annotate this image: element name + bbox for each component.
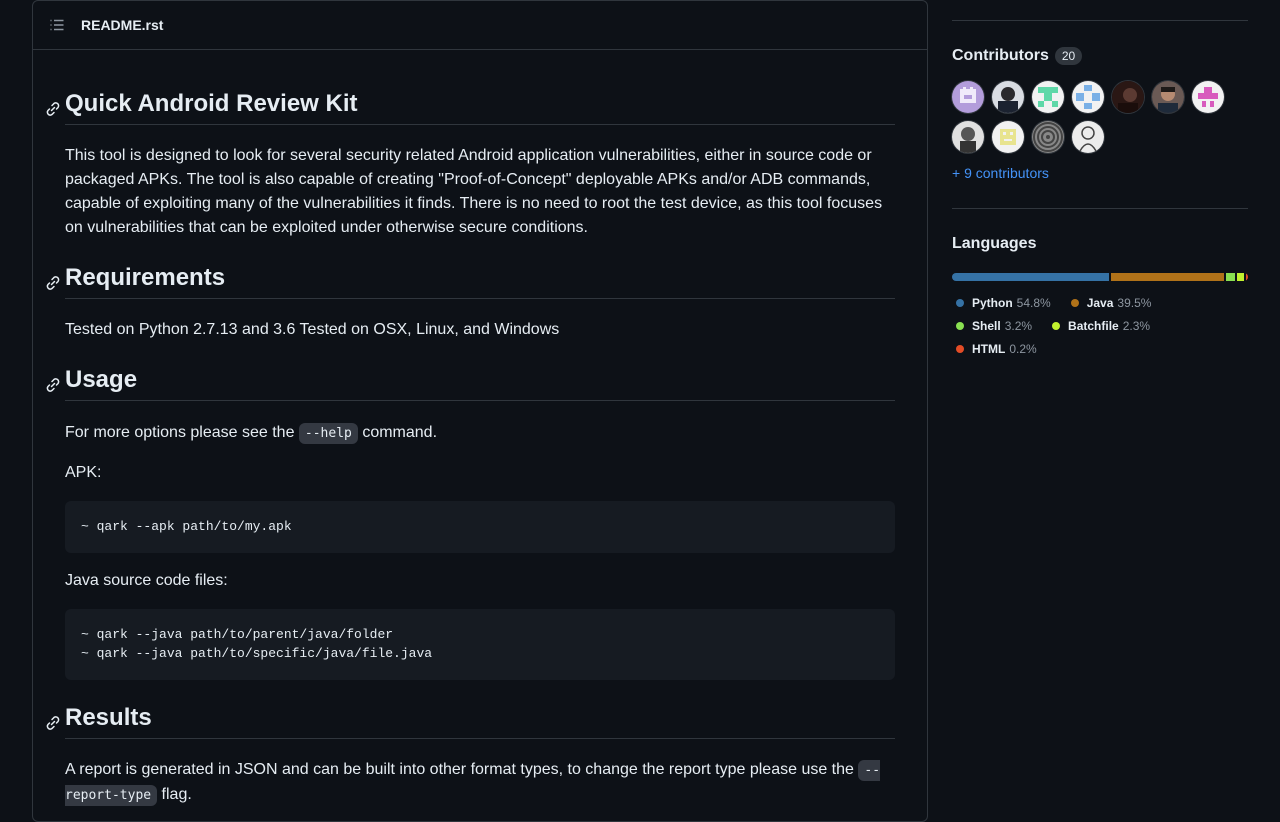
link-icon[interactable] <box>45 270 61 290</box>
usage-text-post: command. <box>357 424 438 441</box>
language-shell[interactable]: Shell 3.2% <box>952 319 1032 333</box>
language-bar-segment <box>1246 273 1248 281</box>
avatar[interactable] <box>1152 81 1184 113</box>
language-percent: 2.3% <box>1122 318 1151 333</box>
link-icon[interactable] <box>45 96 61 116</box>
language-bar-segment <box>1237 273 1245 281</box>
readme-panel: README.rst Quick Android Review Kit This… <box>32 0 928 822</box>
heading-results: Results <box>46 704 895 739</box>
java-code-block: ~ qark --java path/to/parent/java/folder… <box>65 609 895 680</box>
languages-section: Languages Python 54.8% Java 39.5% Shell <box>952 235 1248 360</box>
heading-usage: Usage <box>46 366 895 401</box>
language-name: Python <box>972 295 1013 310</box>
contributors-section: Contributors 20 + 9 contributors <box>952 47 1248 183</box>
heading-title: Quick Android Review Kit <box>46 90 895 125</box>
contributors-title[interactable]: Contributors <box>952 47 1049 65</box>
language-percent: 0.2% <box>1009 341 1037 356</box>
requirements-paragraph: Tested on Python 2.7.13 and 3.6 Tested o… <box>65 321 560 338</box>
results-text-post: flag. <box>157 786 192 803</box>
language-percent: 3.2% <box>1004 318 1033 333</box>
contributor-avatars <box>952 81 1242 161</box>
requirements-heading-text: Requirements <box>65 264 226 291</box>
language-dot <box>1070 298 1079 307</box>
more-contributors-link[interactable]: + 9 contributors <box>952 165 1049 181</box>
language-html[interactable]: HTML 0.2% <box>952 342 1037 356</box>
languages-heading: Languages <box>952 235 1037 252</box>
link-icon[interactable] <box>45 372 61 392</box>
usage-paragraph: For more options please see the --help c… <box>65 421 895 446</box>
page-title: Quick Android Review Kit <box>65 90 358 117</box>
results-heading-text: Results <box>65 704 152 731</box>
language-java[interactable]: Java 39.5% <box>1067 295 1152 310</box>
language-percent: 39.5% <box>1117 295 1152 310</box>
readme-header: README.rst <box>33 1 927 50</box>
contributors-heading[interactable]: Contributors 20 <box>952 47 1248 65</box>
readme-filename: README.rst <box>81 17 164 33</box>
language-name: HTML <box>972 341 1006 356</box>
language-bar-segment <box>1110 273 1225 281</box>
divider <box>952 20 1248 21</box>
avatar[interactable] <box>1192 81 1224 113</box>
heading-requirements: Requirements <box>46 264 895 299</box>
avatar[interactable] <box>992 121 1024 153</box>
sidebar: Contributors 20 + 9 contributors Languag… <box>952 0 1248 360</box>
usage-heading-text: Usage <box>65 366 138 393</box>
apk-label: APK: <box>65 464 102 481</box>
divider <box>952 208 1248 209</box>
avatar[interactable] <box>1112 81 1144 113</box>
avatar[interactable] <box>1032 121 1064 153</box>
language-batchfile[interactable]: Batchfile 2.3% <box>1048 319 1150 333</box>
language-python[interactable]: Python 54.8% <box>952 296 1051 310</box>
java-label: Java source code files: <box>65 572 228 589</box>
language-percent: 54.8% <box>1016 295 1051 310</box>
contributors-count-badge: 20 <box>1054 47 1083 65</box>
avatar[interactable] <box>1072 81 1104 113</box>
language-dot <box>956 298 964 307</box>
language-dot <box>956 344 964 353</box>
link-icon[interactable] <box>45 710 61 730</box>
intro-paragraph: This tool is designed to look for severa… <box>65 147 883 236</box>
language-bar-segment <box>1226 273 1236 281</box>
avatar[interactable] <box>1032 81 1064 113</box>
languages-list: Python 54.8% Java 39.5% Shell 3.2% Batch… <box>952 291 1248 360</box>
results-paragraph: A report is generated in JSON and can be… <box>65 758 895 808</box>
avatar[interactable] <box>952 81 984 113</box>
results-text-pre: A report is generated in JSON and can be… <box>65 761 859 778</box>
avatar[interactable] <box>1072 121 1104 153</box>
language-name: Batchfile <box>1068 318 1119 333</box>
language-name: Java <box>1086 295 1114 310</box>
language-bar-segment <box>952 273 1109 281</box>
language-name: Shell <box>972 318 1001 333</box>
avatar[interactable] <box>992 81 1024 113</box>
apk-code-block: ~ qark --apk path/to/my.apk <box>65 501 895 553</box>
usage-text-pre: For more options please see the <box>65 424 299 441</box>
language-dot <box>956 321 964 330</box>
languages-bar <box>952 273 1248 281</box>
help-code: --help <box>298 423 358 444</box>
list-icon[interactable] <box>49 17 65 33</box>
language-dot <box>1052 321 1061 330</box>
avatar[interactable] <box>952 121 984 153</box>
